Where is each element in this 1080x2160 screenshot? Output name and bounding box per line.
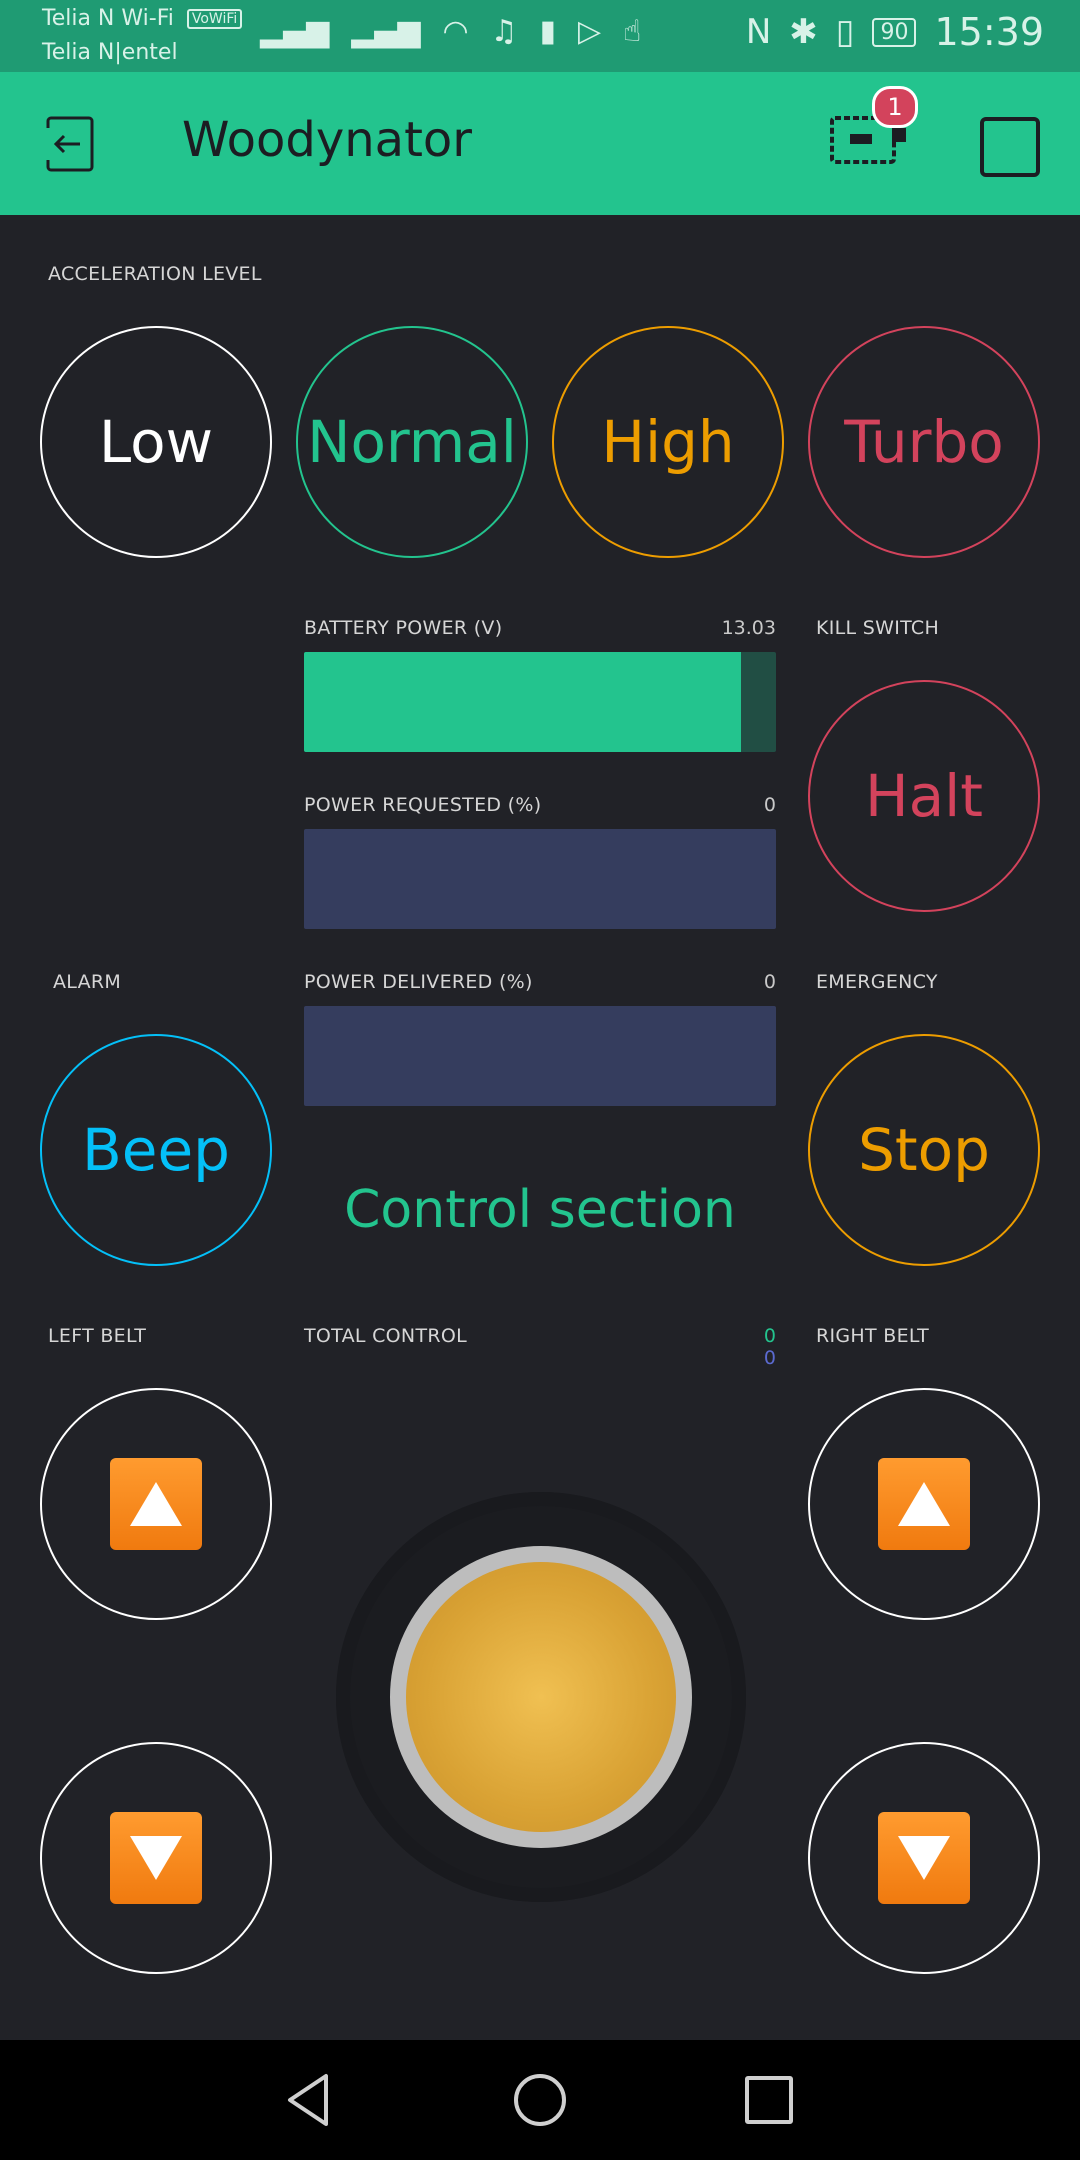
total-control-y-value: 0 — [763, 1347, 776, 1369]
vowifi-badge: VoWiFi — [186, 9, 243, 29]
touch-icon: ☝ — [623, 14, 642, 49]
nav-back-icon[interactable] — [280, 2070, 340, 2130]
emergency-stop-button[interactable]: Stop — [808, 1034, 1040, 1266]
battery-power-label: BATTERY POWER (V) — [304, 617, 503, 639]
battery-power-value: 13.03 — [721, 617, 776, 639]
halt-button[interactable]: Halt — [808, 680, 1040, 912]
carrier-name: Telia N Wi-Fi VoWiFi — [42, 6, 243, 31]
app-title: Woodynator — [182, 112, 473, 168]
status-bar: Telia N Wi-Fi VoWiFi Telia N|entel ▂▄▆ ▂… — [0, 0, 1080, 72]
right-belt-down-icon — [878, 1812, 970, 1904]
control-section-title: Control section — [344, 1180, 736, 1240]
left-belt-down-icon — [110, 1812, 202, 1904]
kill-switch-label: KILL SWITCH — [816, 617, 940, 639]
signal-icon: ▂▄▆ — [260, 14, 330, 49]
accel-normal-button[interactable]: Normal — [296, 326, 528, 558]
status-right: N ✱ ▯ 90 15:39 — [746, 10, 1044, 54]
right-belt-up-icon — [878, 1458, 970, 1550]
battery-power-bar — [304, 652, 776, 752]
power-requested-value: 0 — [763, 794, 776, 816]
power-delivered-bar — [304, 1006, 776, 1106]
power-delivered-label: POWER DELIVERED (%) — [304, 971, 533, 993]
battery-indicator: 90 — [872, 17, 917, 47]
acceleration-label: ACCELERATION LEVEL — [48, 263, 262, 285]
nfc-icon: N — [745, 12, 772, 52]
alarm-label: ALARM — [53, 971, 122, 993]
navigation-bar — [0, 2040, 1080, 2160]
right-belt-forward-button[interactable] — [808, 1388, 1040, 1620]
vibrate-icon: ▯ — [835, 12, 855, 52]
exit-icon[interactable] — [40, 114, 100, 174]
nav-recent-apps-icon[interactable] — [745, 2076, 793, 2124]
left-belt-label: LEFT BELT — [48, 1325, 147, 1347]
signal-roaming-icon: ▂▄▆ — [351, 14, 421, 49]
left-belt-up-icon — [110, 1458, 202, 1550]
nav-home-icon[interactable] — [514, 2074, 566, 2126]
power-delivered-value: 0 — [763, 971, 776, 993]
power-requested-label: POWER REQUESTED (%) — [304, 794, 542, 816]
total-control-label: TOTAL CONTROL — [304, 1325, 467, 1347]
power-requested-bar — [304, 829, 776, 929]
music-icon: ♫ — [490, 14, 518, 49]
right-belt-label: RIGHT BELT — [816, 1325, 930, 1347]
beep-button[interactable]: Beep — [40, 1034, 272, 1266]
right-belt-reverse-button[interactable] — [808, 1742, 1040, 1974]
left-belt-reverse-button[interactable] — [40, 1742, 272, 1974]
emergency-label: EMERGENCY — [816, 971, 938, 993]
accel-high-button[interactable]: High — [552, 326, 784, 558]
accel-low-button[interactable]: Low — [40, 326, 272, 558]
accel-turbo-button[interactable]: Turbo — [808, 326, 1040, 558]
battery-power-fill — [304, 652, 741, 752]
battery-saver-icon: ▮ — [539, 14, 557, 49]
clock: 15:39 — [934, 10, 1044, 54]
status-icons: ▂▄▆ ▂▄▆ ◠ ♫ ▮ ▷ ☝ — [260, 14, 641, 49]
joystick-knob[interactable] — [406, 1562, 676, 1832]
app-bar: Woodynator — [0, 72, 1080, 215]
wifi-icon: ◠ — [442, 14, 469, 49]
stop-project-button[interactable] — [980, 117, 1040, 177]
secondary-carrier-name: Telia N|entel — [42, 40, 178, 65]
left-belt-forward-button[interactable] — [40, 1388, 272, 1620]
total-control-x-value: 0 — [763, 1325, 776, 1347]
play-store-icon: ▷ — [578, 14, 602, 49]
carrier-label: Telia N Wi-Fi — [42, 6, 174, 31]
bluetooth-icon: ✱ — [789, 12, 818, 52]
device-count-badge: 1 — [872, 86, 918, 128]
